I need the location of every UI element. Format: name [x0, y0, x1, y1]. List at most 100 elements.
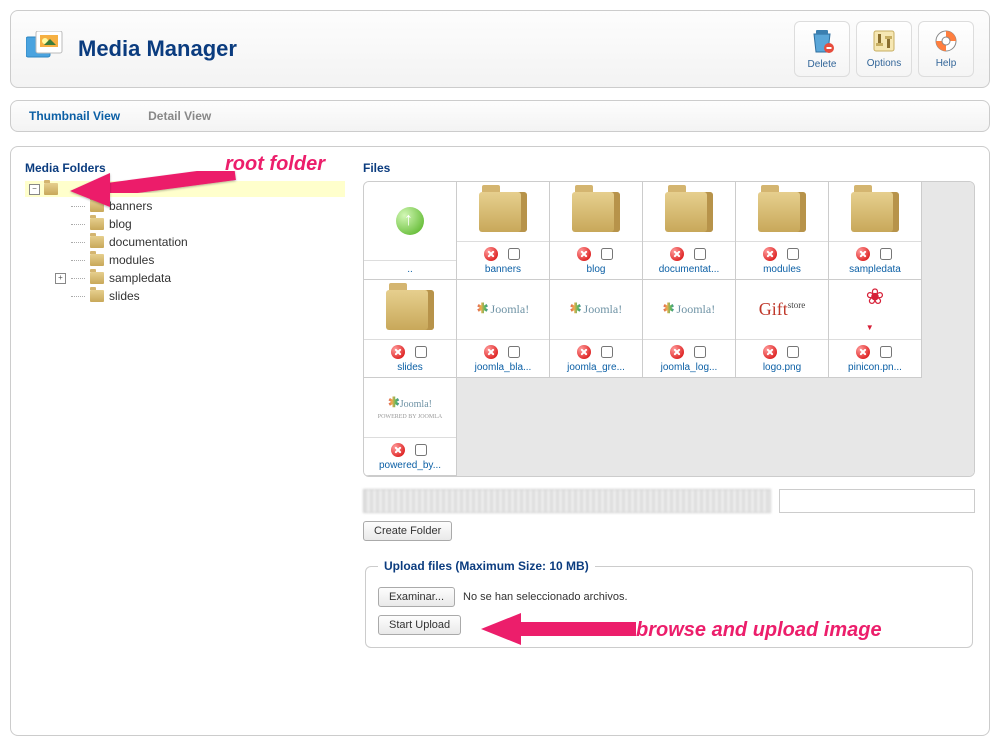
select-file-checkbox[interactable] [787, 346, 799, 358]
joomla-logo-icon: ✱Joomla! [570, 301, 622, 318]
upload-legend: Upload files (Maximum Size: 10 MB) [378, 559, 595, 573]
tree-folder-label: slides [109, 289, 140, 303]
lifebuoy-icon [934, 29, 958, 56]
tree-folder-label: blog [109, 217, 132, 231]
tree-folder-label: banners [109, 199, 152, 213]
browse-button[interactable]: Examinar... [378, 587, 455, 607]
file-item[interactable]: blog [550, 182, 643, 280]
select-file-checkbox[interactable] [508, 248, 520, 260]
delete-button[interactable]: Delete [794, 21, 850, 77]
file-name-label: sampledata [829, 264, 921, 275]
main-panel: Media Folders − bannersblogdocumentation… [10, 146, 990, 736]
select-file-checkbox[interactable] [601, 248, 613, 260]
file-name-label: blog [550, 264, 642, 275]
delete-file-icon[interactable] [577, 247, 591, 261]
delete-file-icon[interactable] [763, 247, 777, 261]
file-item[interactable]: .. [364, 182, 457, 280]
annotation-upload-label: browse and upload image [636, 619, 882, 642]
collapse-icon[interactable]: − [29, 184, 40, 195]
pin-icon: ❀▼ [866, 284, 884, 336]
delete-file-icon[interactable] [577, 345, 591, 359]
select-file-checkbox[interactable] [694, 346, 706, 358]
file-name-label: logo.png [736, 362, 828, 373]
delete-file-icon[interactable] [391, 345, 405, 359]
tree-folder-blog[interactable]: blog [55, 215, 345, 233]
file-name-label: slides [364, 362, 456, 373]
file-name-label: joomla_bla... [457, 362, 549, 373]
page-header: Media Manager Delete [10, 10, 990, 88]
folder-icon [758, 192, 806, 232]
create-folder-button[interactable]: Create Folder [363, 521, 452, 541]
file-item[interactable]: ✱Joomla!joomla_gre... [550, 280, 643, 378]
joomla-logo-icon: ✱Joomla! [663, 301, 715, 318]
tree-folder-label: documentation [109, 235, 188, 249]
expand-icon[interactable]: + [55, 273, 66, 284]
options-icon [872, 29, 896, 56]
files-column: Files ..bannersblogdocumentat...moduless… [363, 161, 975, 721]
select-file-checkbox[interactable] [601, 346, 613, 358]
delete-file-icon[interactable] [763, 345, 777, 359]
tree-folder-banners[interactable]: banners [55, 197, 345, 215]
folder-icon [851, 192, 899, 232]
tree-folder-label: sampledata [109, 271, 171, 285]
select-file-checkbox[interactable] [415, 444, 427, 456]
folder-tree: − banners blog documentation modules + sample… [25, 181, 345, 305]
delete-file-icon[interactable] [670, 247, 684, 261]
path-row [363, 489, 975, 513]
options-button[interactable]: Options [856, 21, 912, 77]
gift-logo-icon: Giftstore [759, 299, 806, 320]
folder-icon [90, 236, 104, 248]
tree-folder-sampledata[interactable]: + sampledata [55, 269, 345, 287]
tree-folder-modules[interactable]: modules [55, 251, 345, 269]
annotation-upload-arrow [466, 607, 646, 647]
file-item[interactable]: ✱Joomla! joomla_log... [643, 280, 736, 378]
file-item[interactable]: documentat... [643, 182, 736, 280]
start-upload-button[interactable]: Start Upload [378, 615, 461, 635]
files-panel: ..bannersblogdocumentat...modulessampled… [363, 181, 975, 477]
tree-folder-documentation[interactable]: documentation [55, 233, 345, 251]
delete-file-icon[interactable] [484, 247, 498, 261]
page-title: Media Manager [78, 36, 237, 62]
delete-file-icon[interactable] [670, 345, 684, 359]
file-item[interactable]: ✱Joomla!POWERED BY JOOMLApowered_by... [364, 378, 457, 476]
tree-folder-slides[interactable]: slides [55, 287, 345, 305]
file-item[interactable]: sampledata [829, 182, 922, 280]
folder-icon [386, 290, 434, 330]
toolbar: Delete Options [794, 21, 974, 77]
upload-fieldset: Upload files (Maximum Size: 10 MB) Exami… [365, 559, 973, 648]
media-manager-icon [26, 31, 66, 68]
tree-root[interactable]: − [25, 181, 345, 197]
file-name-label: pinicon.pn... [829, 362, 921, 373]
tab-detail[interactable]: Detail View [148, 109, 211, 123]
file-item[interactable]: ❀▼ pinicon.pn... [829, 280, 922, 378]
file-item[interactable]: ✱Joomla! joomla_bla... [457, 280, 550, 378]
file-item[interactable]: banners [457, 182, 550, 280]
file-name-label: .. [364, 264, 456, 275]
select-file-checkbox[interactable] [508, 346, 520, 358]
folder-icon [90, 290, 104, 302]
folder-tree-panel: Media Folders − banners blog documentation… [25, 161, 345, 721]
file-name-label: joomla_log... [643, 362, 735, 373]
file-name-label: banners [457, 264, 549, 275]
file-name-label: documentat... [643, 264, 735, 275]
delete-file-icon[interactable] [391, 443, 405, 457]
select-file-checkbox[interactable] [787, 248, 799, 260]
file-name-label: modules [736, 264, 828, 275]
help-button[interactable]: Help [918, 21, 974, 77]
select-file-checkbox[interactable] [415, 346, 427, 358]
select-file-checkbox[interactable] [880, 248, 892, 260]
select-file-checkbox[interactable] [694, 248, 706, 260]
file-item[interactable]: Giftstore logo.png [736, 280, 829, 378]
file-item[interactable]: slides [364, 280, 457, 378]
file-item[interactable]: modules [736, 182, 829, 280]
tab-thumbnail[interactable]: Thumbnail View [29, 109, 120, 123]
up-arrow-icon [396, 207, 424, 235]
media-folders-title: Media Folders [25, 161, 345, 175]
new-folder-name-input[interactable] [779, 489, 975, 513]
delete-file-icon[interactable] [856, 247, 870, 261]
delete-file-icon[interactable] [484, 345, 498, 359]
delete-file-icon[interactable] [856, 345, 870, 359]
joomla-logo-icon: ✱Joomla! [477, 301, 529, 318]
select-file-checkbox[interactable] [880, 346, 892, 358]
view-tabs: Thumbnail View Detail View [10, 100, 990, 132]
